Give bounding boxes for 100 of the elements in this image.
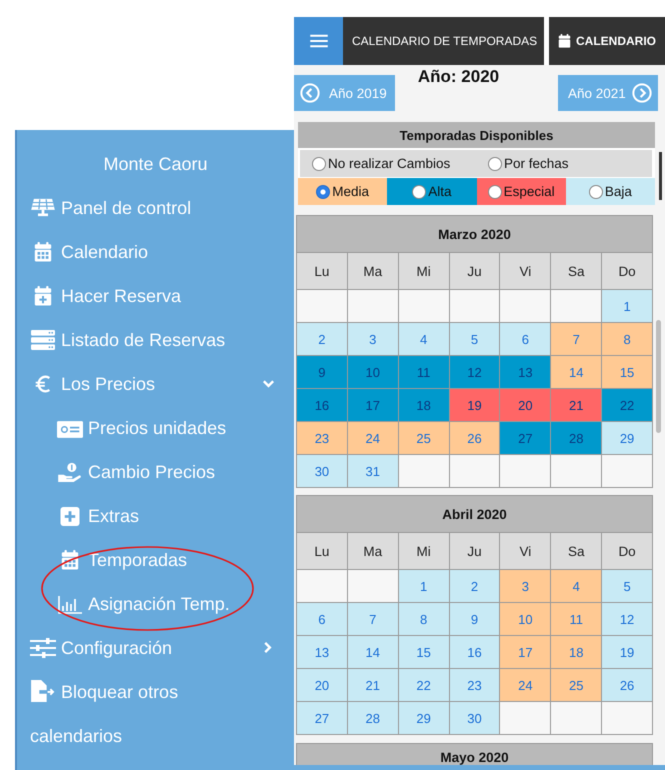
day-cell[interactable]: 6 bbox=[500, 323, 550, 355]
day-cell[interactable]: 5 bbox=[450, 323, 500, 355]
menu-item[interactable]: Hacer Reserva bbox=[30, 274, 256, 318]
day-cell[interactable]: 24 bbox=[348, 422, 398, 454]
radio-button[interactable] bbox=[488, 184, 502, 198]
day-cell[interactable]: 29 bbox=[398, 702, 449, 734]
day-cell[interactable]: 30 bbox=[450, 702, 500, 734]
day-cell[interactable]: 18 bbox=[551, 636, 602, 668]
radio-button[interactable] bbox=[316, 184, 330, 198]
day-cell[interactable]: 9 bbox=[450, 603, 500, 635]
day-cell[interactable]: 3 bbox=[500, 570, 550, 602]
day-cell[interactable]: 27 bbox=[297, 702, 347, 734]
day-cell[interactable]: 22 bbox=[398, 669, 449, 701]
season-option[interactable]: Especial bbox=[476, 178, 566, 205]
calendar-button[interactable]: CALENDARIO bbox=[549, 17, 665, 65]
blank-day-cell bbox=[297, 570, 347, 602]
radio-button[interactable] bbox=[312, 156, 326, 170]
day-cell[interactable]: 17 bbox=[348, 389, 398, 421]
menu-item[interactable]: Asignación Temp. bbox=[57, 582, 256, 626]
next-year-button[interactable]: Año 2021 bbox=[558, 75, 658, 111]
day-cell[interactable]: 25 bbox=[551, 669, 602, 701]
day-cell[interactable]: 15 bbox=[398, 636, 449, 668]
day-cell[interactable]: 26 bbox=[602, 669, 652, 701]
day-cell[interactable]: 8 bbox=[398, 603, 449, 635]
day-cell[interactable]: 15 bbox=[602, 356, 652, 388]
radio-option[interactable]: Por fechas bbox=[488, 156, 569, 171]
day-cell[interactable]: 1 bbox=[602, 290, 652, 322]
day-cell[interactable]: 17 bbox=[500, 636, 550, 668]
day-cell[interactable]: 16 bbox=[450, 636, 500, 668]
radio-button[interactable] bbox=[412, 184, 426, 198]
radio-button[interactable] bbox=[488, 156, 502, 170]
day-cell[interactable]: 16 bbox=[297, 389, 347, 421]
day-cell[interactable]: 30 bbox=[297, 455, 347, 487]
day-cell[interactable]: 20 bbox=[297, 669, 347, 701]
server-icon bbox=[30, 330, 56, 350]
day-cell[interactable]: 12 bbox=[602, 603, 652, 635]
menu-item[interactable]: Cambio Precios bbox=[57, 450, 256, 494]
day-cell[interactable]: 24 bbox=[500, 669, 550, 701]
day-cell[interactable]: 2 bbox=[450, 570, 500, 602]
day-cell[interactable]: 11 bbox=[398, 356, 449, 388]
chevron-down-icon[interactable] bbox=[262, 379, 274, 389]
day-cell[interactable]: 21 bbox=[551, 389, 602, 421]
season-option[interactable]: Baja bbox=[566, 178, 655, 205]
day-cell[interactable]: 1 bbox=[398, 570, 449, 602]
day-cell[interactable]: 19 bbox=[602, 636, 652, 668]
season-option[interactable]: Media bbox=[298, 178, 388, 205]
menu-item[interactable]: Bloquear otros calendarios bbox=[30, 670, 256, 758]
weekday-header: Ju bbox=[450, 533, 500, 569]
menu-item[interactable]: Calendario bbox=[30, 230, 256, 274]
weekday-header: Lu bbox=[297, 253, 347, 289]
day-cell[interactable]: 3 bbox=[348, 323, 398, 355]
chevron-right-icon[interactable] bbox=[263, 641, 273, 654]
day-cell[interactable]: 27 bbox=[500, 422, 550, 454]
month-header: Abril 2020 bbox=[296, 495, 653, 532]
day-cell[interactable]: 9 bbox=[297, 356, 347, 388]
menu-button[interactable] bbox=[294, 17, 343, 65]
day-cell[interactable]: 10 bbox=[500, 603, 550, 635]
day-cell[interactable]: 13 bbox=[500, 356, 550, 388]
blank-day-cell bbox=[348, 290, 398, 322]
radio-button[interactable] bbox=[588, 184, 603, 198]
weekday-header: Ma bbox=[348, 533, 398, 569]
day-cell[interactable]: 6 bbox=[297, 603, 347, 635]
day-cell[interactable]: 7 bbox=[551, 323, 602, 355]
day-cell[interactable]: 22 bbox=[602, 389, 652, 421]
day-cell[interactable]: 2 bbox=[297, 323, 347, 355]
day-cell[interactable]: 14 bbox=[348, 636, 398, 668]
day-cell[interactable]: 19 bbox=[450, 389, 500, 421]
day-cell[interactable]: 7 bbox=[348, 603, 398, 635]
day-cell[interactable]: 28 bbox=[348, 702, 398, 734]
day-cell[interactable]: 26 bbox=[450, 422, 500, 454]
menu-item[interactable]: Temporadas bbox=[57, 538, 256, 582]
day-cell[interactable]: 29 bbox=[602, 422, 652, 454]
menu-item[interactable]: Los Precios bbox=[30, 362, 256, 406]
day-cell[interactable]: 31 bbox=[348, 455, 398, 487]
day-cell[interactable]: 21 bbox=[348, 669, 398, 701]
day-cell[interactable]: 13 bbox=[297, 636, 347, 668]
day-cell[interactable]: 11 bbox=[551, 603, 602, 635]
menu-item[interactable]: Configuración bbox=[30, 626, 256, 670]
day-cell[interactable]: 12 bbox=[450, 356, 500, 388]
day-cell[interactable]: 20 bbox=[500, 389, 550, 421]
day-cell[interactable]: 23 bbox=[450, 669, 500, 701]
scrollbar-thumb[interactable] bbox=[656, 320, 661, 433]
menu-item[interactable]: Listado de Reservas bbox=[30, 318, 256, 362]
day-cell[interactable]: 8 bbox=[602, 323, 652, 355]
day-cell[interactable]: 18 bbox=[398, 389, 449, 421]
day-cell[interactable]: 25 bbox=[398, 422, 449, 454]
day-cell[interactable]: 23 bbox=[297, 422, 347, 454]
day-cell[interactable]: 10 bbox=[348, 356, 398, 388]
scrollbar-thumb[interactable] bbox=[659, 152, 662, 200]
menu-item[interactable]: Panel de control bbox=[30, 186, 256, 230]
menu-item[interactable]: Extras bbox=[57, 494, 256, 538]
radio-option[interactable]: No realizar Cambios bbox=[312, 156, 450, 171]
day-cell[interactable]: 14 bbox=[551, 356, 602, 388]
day-cell[interactable]: 4 bbox=[551, 570, 602, 602]
day-cell[interactable]: 4 bbox=[398, 323, 449, 355]
day-cell[interactable]: 28 bbox=[551, 422, 602, 454]
menu-item[interactable]: Precios unidades bbox=[57, 406, 256, 450]
season-option[interactable]: Alta bbox=[387, 178, 476, 205]
day-cell[interactable]: 5 bbox=[602, 570, 652, 602]
previous-year-button[interactable]: Año 2019 bbox=[294, 75, 395, 111]
